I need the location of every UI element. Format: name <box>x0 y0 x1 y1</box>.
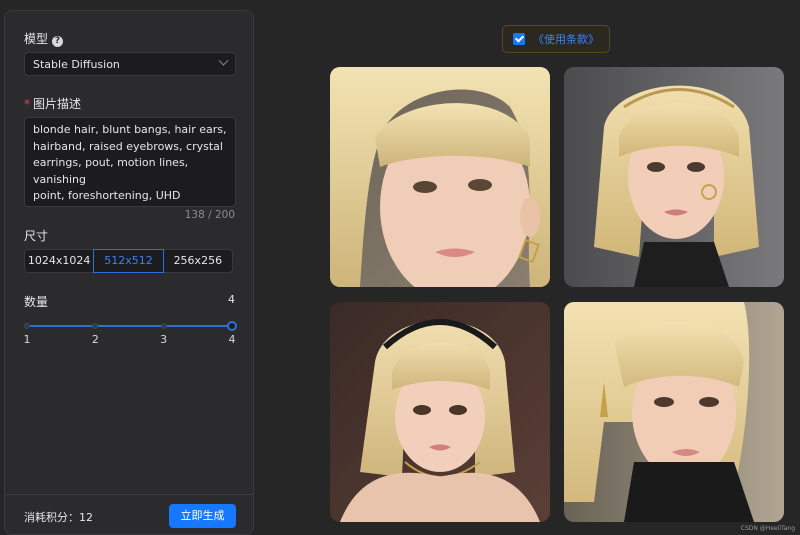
prompt-line: blonde hair, blunt bangs, hair ears, <box>33 123 227 136</box>
size-option-512[interactable]: 512x512 <box>93 249 164 273</box>
quantity-label: 数量 <box>24 295 49 309</box>
generated-portrait-image <box>564 67 784 287</box>
slider-step-dot[interactable] <box>24 323 30 329</box>
terms-link[interactable]: 《使用条款》 <box>533 31 599 47</box>
model-select[interactable]: Stable Diffusion <box>24 52 236 76</box>
prompt-textarea[interactable]: blonde hair, blunt bangs, hair ears, hai… <box>24 117 236 207</box>
prompt-label-text: 图片描述 <box>33 97 82 111</box>
slider-step-dot[interactable] <box>160 323 167 329</box>
model-label: 模型? <box>24 30 64 47</box>
generated-image-4[interactable] <box>564 302 784 522</box>
char-counter: 138 / 200 <box>184 209 235 221</box>
terms-checkbox[interactable] <box>513 33 525 45</box>
size-label: 尺寸 <box>24 229 49 243</box>
generated-portrait-image <box>564 302 784 522</box>
generate-button[interactable]: 立即生成 <box>169 504 236 528</box>
settings-panel: 模型? Stable Diffusion * 图片描述 blonde hair, … <box>4 10 254 535</box>
prompt-label: * 图片描述 <box>24 95 81 112</box>
footer-divider <box>5 494 253 495</box>
help-icon[interactable]: ? <box>52 36 64 47</box>
slider-fill <box>27 325 232 327</box>
generated-portrait-image <box>330 302 550 522</box>
generated-portrait-image <box>330 67 550 287</box>
slider-handle[interactable] <box>227 321 237 331</box>
prompt-line: point, foreshortening, UHD <box>33 189 181 202</box>
size-option-256[interactable]: 256x256 <box>162 249 233 273</box>
quantity-slider[interactable] <box>24 321 237 331</box>
model-label-text: 模型 <box>24 32 49 46</box>
size-option-1024[interactable]: 1024x1024 <box>24 249 95 273</box>
cost-label: 消耗积分：12 <box>24 511 93 524</box>
watermark: CSDN @HeeliTang <box>740 525 795 532</box>
prompt-line: hairband, raised eyebrows, crystal <box>33 139 223 153</box>
quantity-value: 4 <box>228 293 235 306</box>
required-mark: * <box>24 97 30 111</box>
slider-step-dot[interactable] <box>92 323 99 329</box>
generated-image-1[interactable] <box>330 67 550 287</box>
slider-mark: 2 <box>91 333 99 346</box>
generated-image-3[interactable] <box>330 302 550 522</box>
size-selector: 1024x1024 512x512 256x256 <box>24 249 233 273</box>
slider-mark: 3 <box>160 333 168 346</box>
terms-agreement[interactable]: 《使用条款》 <box>502 25 610 53</box>
slider-mark: 1 <box>23 333 31 346</box>
prompt-line: earrings, pout, motion lines, vanishing <box>33 156 189 186</box>
model-select-value: Stable Diffusion <box>33 58 120 71</box>
generated-image-2[interactable] <box>564 67 784 287</box>
slider-mark: 4 <box>228 333 236 346</box>
chevron-down-icon <box>218 55 229 66</box>
